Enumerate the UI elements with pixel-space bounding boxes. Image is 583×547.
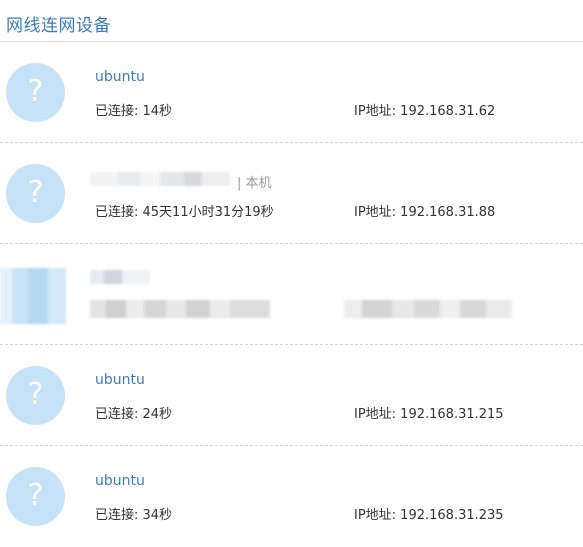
unknown-device-icon: ? [6,164,65,223]
unknown-device-icon: ? [6,366,65,425]
list-item[interactable] [0,244,583,345]
ip-address: IP地址: 192.168.31.215 [354,407,504,422]
unknown-device-icon: ? [6,63,65,122]
connection-duration: 已连接: 14秒 [95,104,173,119]
redacted-avatar [0,268,66,324]
device-name[interactable]: ubuntu [95,372,145,388]
list-item[interactable]: ? ubuntu 已连接: 14秒 IP地址: 192.168.31.62 [0,42,583,143]
connection-duration: 已连接: 24秒 [95,407,173,422]
page-title: 网线连网设备 [6,16,111,36]
list-item[interactable]: ? ubuntu 已连接: 24秒 IP地址: 192.168.31.215 [0,345,583,446]
redacted-device-name [90,172,230,186]
redacted-connection-duration [90,300,270,318]
unknown-device-icon: ? [6,467,65,526]
local-machine-tag: | 本机 [237,176,272,191]
connection-duration: 已连接: 45天11小时31分19秒 [95,205,274,220]
list-item[interactable]: ? | 本机 已连接: 45天11小时31分19秒 IP地址: 192.168.… [0,143,583,244]
redacted-device-name [90,270,150,284]
device-name[interactable]: ubuntu [95,473,145,489]
device-list: ? ubuntu 已连接: 14秒 IP地址: 192.168.31.62 ? … [0,42,583,547]
ip-address: IP地址: 192.168.31.235 [354,508,504,523]
device-name[interactable]: ubuntu [95,69,145,85]
list-item[interactable]: ? ubuntu 已连接: 34秒 IP地址: 192.168.31.235 [0,446,583,547]
connection-duration: 已连接: 34秒 [95,508,173,523]
redacted-ip-address [344,300,512,318]
section-header: 网线连网设备 [0,0,583,42]
ip-address: IP地址: 192.168.31.88 [354,205,496,220]
ip-address: IP地址: 192.168.31.62 [354,104,496,119]
